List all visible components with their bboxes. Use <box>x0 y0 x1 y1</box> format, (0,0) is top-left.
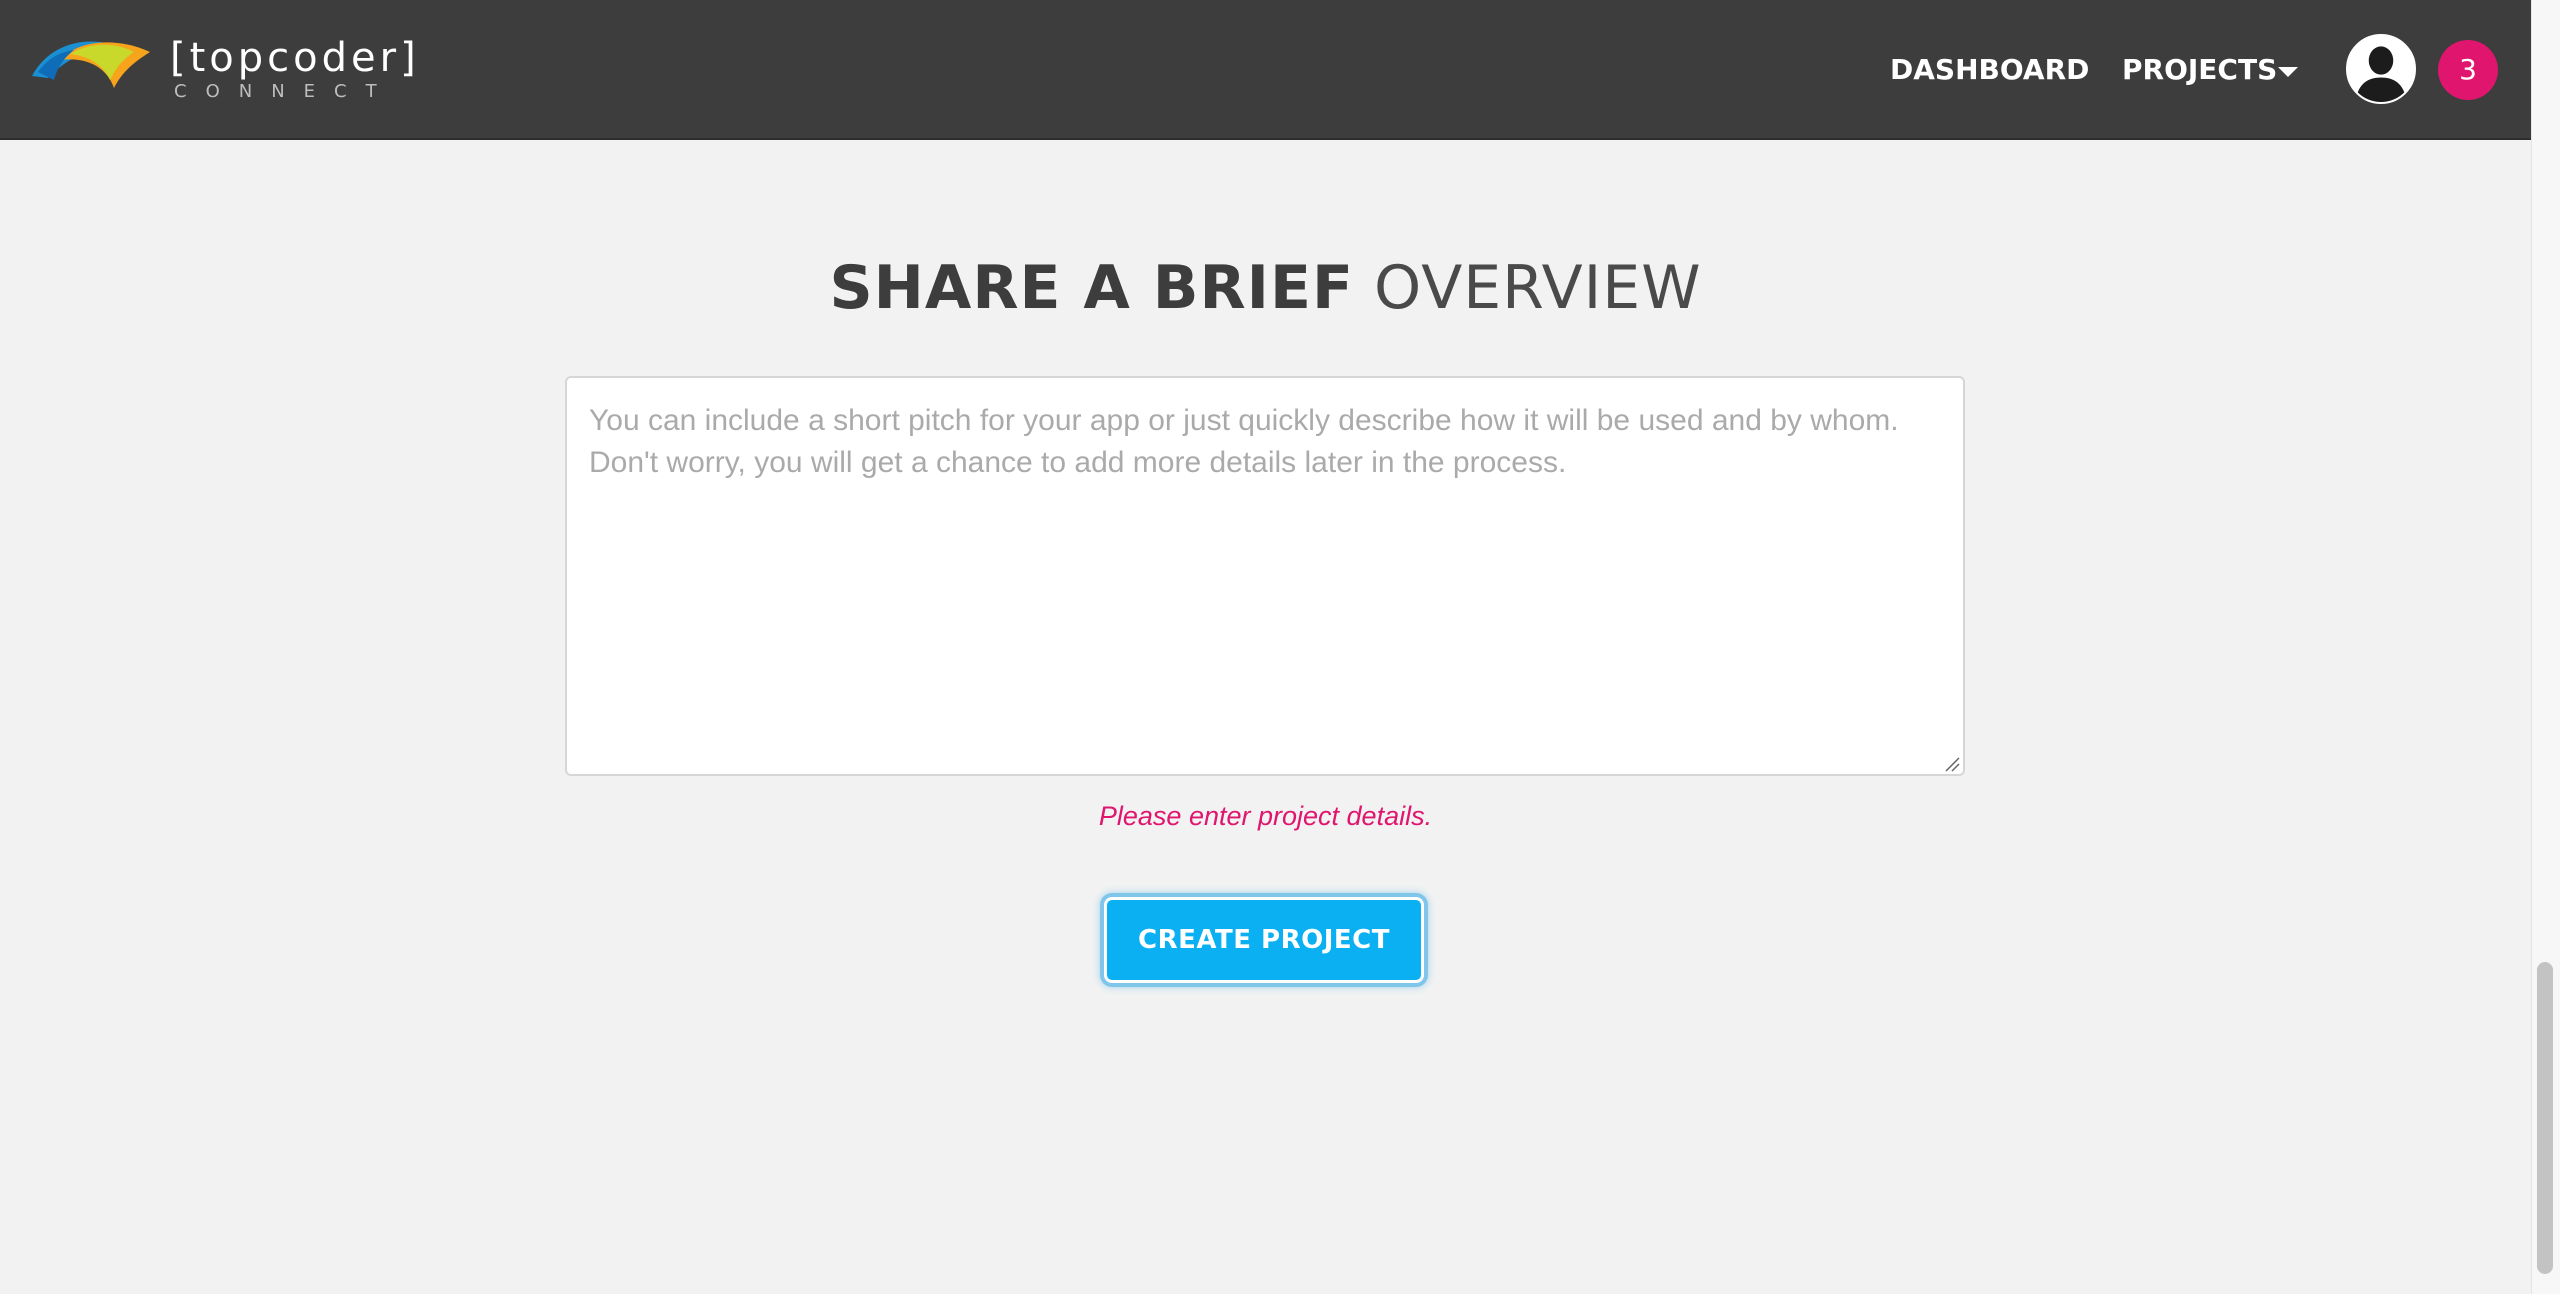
resize-handle-icon[interactable] <box>1944 756 1960 772</box>
notification-count-badge[interactable]: 3 <box>2438 40 2498 100</box>
topcoder-logo-icon <box>32 41 150 88</box>
topcoder-connect-logo[interactable]: [topcoder] CONNECT <box>30 30 416 110</box>
page-title: SHARE A BRIEF OVERVIEW <box>0 252 2531 324</box>
logo-subtitle: CONNECT <box>174 81 396 102</box>
user-avatar-icon <box>2348 36 2414 102</box>
page-title-bold: SHARE A BRIEF <box>829 253 1354 323</box>
logo-wordmark: [topcoder] <box>170 35 420 81</box>
page-title-light: OVERVIEW <box>1374 253 1702 323</box>
page: [topcoder] CONNECT DASHBOARD PROJECTS 3 … <box>0 0 2560 1294</box>
validation-error-message: Please enter project details. <box>1098 801 1433 831</box>
nav-projects-dropdown[interactable]: PROJECTS <box>2122 52 2277 88</box>
create-project-button[interactable]: CREATE PROJECT <box>1104 897 1424 983</box>
user-avatar[interactable] <box>2346 34 2416 104</box>
caret-down-icon[interactable] <box>2278 67 2298 77</box>
project-overview-textarea[interactable] <box>565 376 1965 776</box>
top-nav-bar: [topcoder] CONNECT DASHBOARD PROJECTS 3 <box>0 0 2531 140</box>
nav-dashboard-link[interactable]: DASHBOARD <box>1890 52 2089 88</box>
scrollbar-thumb[interactable] <box>2537 962 2553 1274</box>
